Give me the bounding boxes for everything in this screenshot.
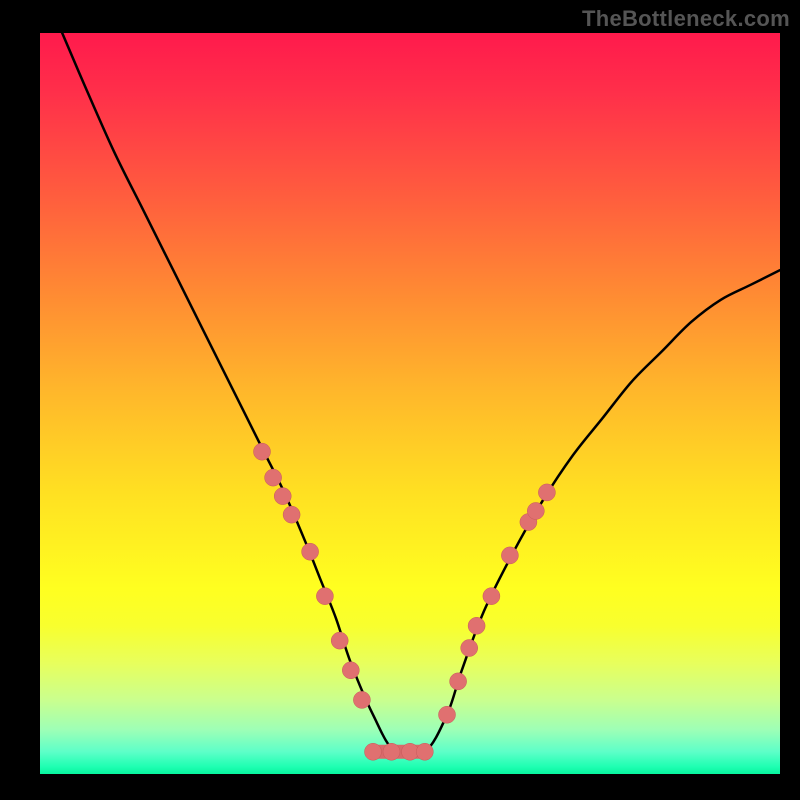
marker-dot: [538, 484, 555, 501]
marker-dot: [353, 691, 370, 708]
marker-dot: [461, 640, 478, 657]
outer-frame: TheBottleneck.com: [0, 0, 800, 800]
marker-dot: [450, 673, 467, 690]
marker-dot: [316, 588, 333, 605]
marker-dot: [527, 502, 544, 519]
marker-dot: [501, 547, 518, 564]
marker-dot: [331, 632, 348, 649]
marker-dot: [383, 743, 400, 760]
marker-dot: [439, 706, 456, 723]
watermark-text: TheBottleneck.com: [582, 6, 790, 32]
marker-dot: [342, 662, 359, 679]
marker-dot: [274, 488, 291, 505]
marker-dot: [365, 743, 382, 760]
marker-dot: [265, 469, 282, 486]
marker-dot: [402, 743, 419, 760]
marker-dot: [283, 506, 300, 523]
chart-svg: [40, 33, 780, 774]
plot-area: [40, 33, 780, 774]
marker-dot: [468, 617, 485, 634]
data-markers: [254, 443, 556, 760]
marker-dot: [416, 743, 433, 760]
marker-dot: [254, 443, 271, 460]
marker-dot: [483, 588, 500, 605]
marker-dot: [302, 543, 319, 560]
curve-line: [62, 33, 780, 756]
